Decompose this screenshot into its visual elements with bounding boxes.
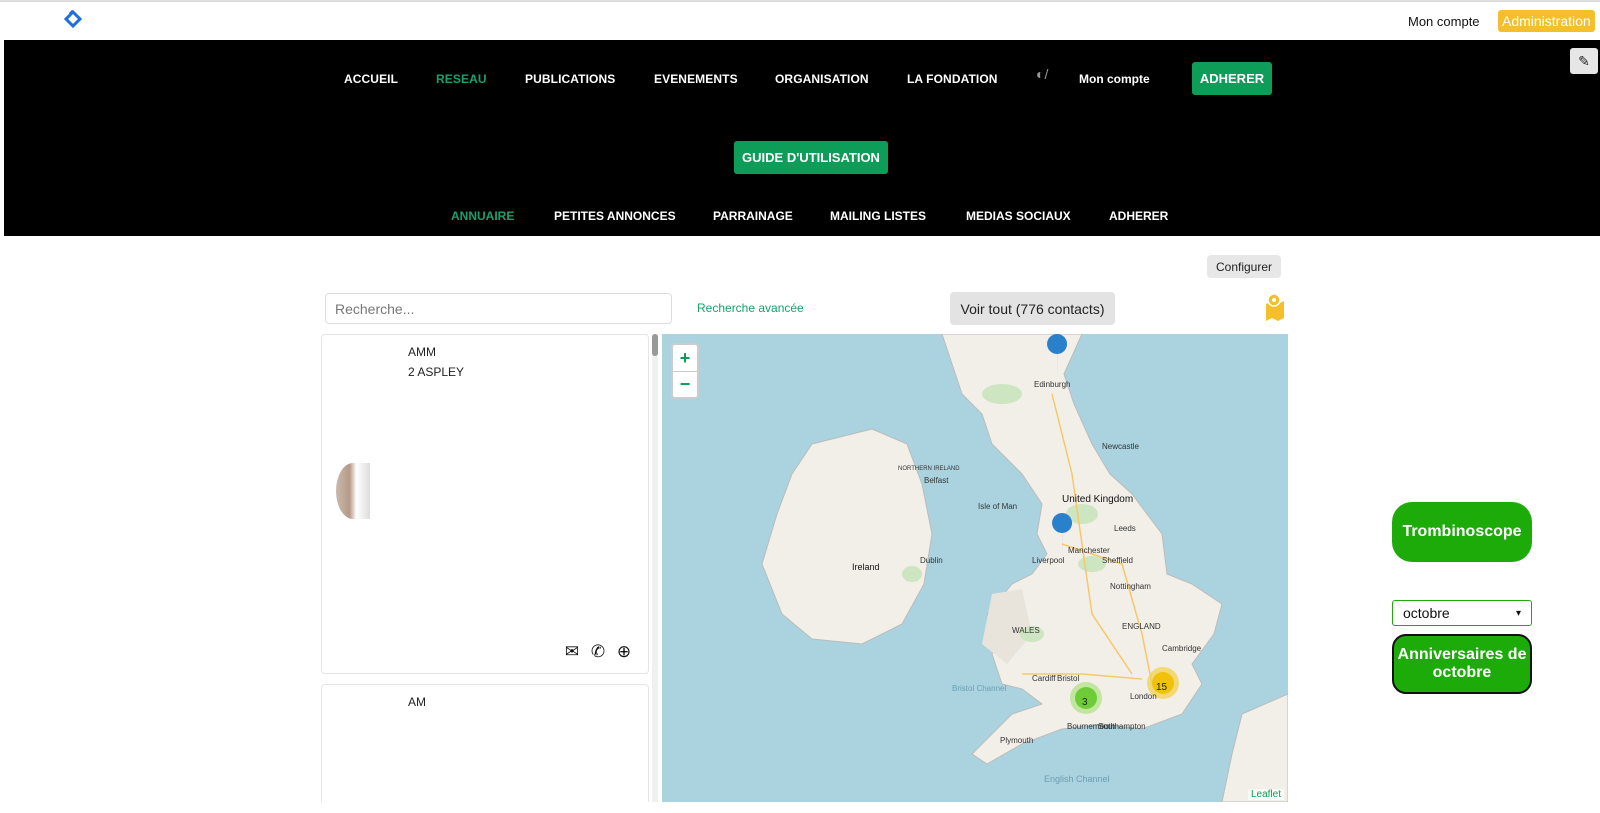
map-label: Manchester xyxy=(1068,546,1110,555)
map-label: Belfast xyxy=(924,476,949,485)
map-label: Cardiff xyxy=(1032,674,1056,683)
email-icon[interactable]: ✉ xyxy=(562,642,582,662)
map-label: Bristol Channel xyxy=(952,684,1007,693)
zoom-out-button[interactable]: − xyxy=(673,371,697,397)
map-label: Ireland xyxy=(852,562,880,572)
subnav-medias-sociaux[interactable]: MEDIAS SOCIAUX xyxy=(966,209,1071,223)
add-contact-icon[interactable]: ⊕ xyxy=(614,642,634,662)
map-label: Dublin xyxy=(920,556,943,565)
map-label: Cambridge xyxy=(1162,644,1202,653)
map-label: WALES xyxy=(1012,626,1040,635)
map-label: Leeds xyxy=(1114,524,1136,533)
contact-actions: ✉ ✆ ⊕ xyxy=(562,642,634,662)
contact-card[interactable]: AMM 2 ASPLEY ✉ ✆ ⊕ xyxy=(321,334,649,674)
cluster-count: 3 xyxy=(1082,697,1088,708)
map-label: Sheffield xyxy=(1102,556,1133,565)
avatar xyxy=(336,463,370,519)
map-view-toggle-icon[interactable] xyxy=(1262,292,1288,322)
nav-organisation[interactable]: ORGANISATION xyxy=(775,72,869,86)
map-label: NORTHERN IRELAND xyxy=(898,466,960,472)
month-select-value: octobre xyxy=(1403,605,1450,621)
guide-button[interactable]: GUIDE D'UTILISATION xyxy=(734,141,888,174)
administration-button[interactable]: Administration xyxy=(1498,10,1595,32)
nav-la-fondation[interactable]: LA FONDATION xyxy=(907,72,998,86)
contact-name: AM xyxy=(408,695,426,709)
map-attribution[interactable]: Leaflet xyxy=(1247,789,1284,800)
map-label: Edinburgh xyxy=(1034,380,1071,389)
cluster-count: 15 xyxy=(1156,682,1168,693)
logo-icon[interactable] xyxy=(62,10,84,34)
configure-button[interactable]: Configurer xyxy=(1207,255,1281,278)
main-navigation: ACCUEIL RESEAU PUBLICATIONS EVENEMENTS O… xyxy=(4,40,1600,236)
subnav-annuaire[interactable]: ANNUAIRE xyxy=(451,209,514,223)
map-label: Bristol xyxy=(1057,674,1080,683)
contact-card[interactable]: AM xyxy=(321,684,649,802)
contact-list: AMM 2 ASPLEY ✉ ✆ ⊕ AM xyxy=(321,334,656,802)
map-label: Liverpool xyxy=(1032,556,1065,565)
nav-evenements[interactable]: EVENEMENTS xyxy=(654,72,738,86)
map-label: Isle of Man xyxy=(978,502,1018,511)
map-label: Newcastle xyxy=(1102,442,1139,451)
show-all-button[interactable]: Voir tout (776 contacts) xyxy=(950,292,1115,325)
nav-publications[interactable]: PUBLICATIONS xyxy=(525,72,615,86)
trombinoscope-button[interactable]: Trombinoscope xyxy=(1392,502,1532,562)
top-account-link[interactable]: Mon compte xyxy=(1408,14,1480,29)
nav-reseau[interactable]: RESEAU xyxy=(436,72,487,86)
subnav-parrainage[interactable]: PARRAINAGE xyxy=(713,209,793,223)
map-label: Nottingham xyxy=(1110,582,1151,591)
subnav-petites-annonces[interactable]: PETITES ANNONCES xyxy=(554,209,676,223)
birthdays-button[interactable]: Anniversaires de octobre xyxy=(1392,634,1532,694)
map-land xyxy=(761,334,1288,802)
map-label: United Kingdom xyxy=(1062,494,1134,505)
nav-account-link[interactable]: Mon compte xyxy=(1079,72,1150,86)
list-scrollbar[interactable] xyxy=(652,334,658,802)
map[interactable]: 3 15 Edinburgh Newcastle United Kingdom … xyxy=(662,334,1288,802)
contact-address: 2 ASPLEY xyxy=(408,365,465,379)
map-label: London xyxy=(1130,692,1157,701)
map-label: ENGLAND xyxy=(1122,622,1161,631)
map-zoom-control: + − xyxy=(671,343,699,399)
account-avatar-icon: ◐/ xyxy=(1036,66,1049,82)
map-label: English Channel xyxy=(1044,774,1110,784)
scroll-thumb[interactable] xyxy=(652,334,658,356)
map-label: Bournemouth xyxy=(1067,722,1116,731)
subnav-mailing-listes[interactable]: MAILING LISTES xyxy=(830,209,926,223)
top-bar: Mon compte Administration xyxy=(0,0,1600,40)
nav-accueil[interactable]: ACCUEIL xyxy=(344,72,398,86)
advanced-search-link[interactable]: Recherche avancée xyxy=(697,301,804,315)
zoom-in-button[interactable]: + xyxy=(673,345,697,371)
edit-page-icon[interactable]: ✎ xyxy=(1570,48,1598,74)
phone-icon[interactable]: ✆ xyxy=(588,642,608,662)
month-select[interactable]: octobre ▾ xyxy=(1392,600,1532,626)
chevron-down-icon: ▾ xyxy=(1515,607,1521,619)
subnav-adherer[interactable]: ADHERER xyxy=(1109,209,1168,223)
search-input[interactable] xyxy=(325,293,672,324)
adherer-button[interactable]: ADHERER xyxy=(1192,62,1272,95)
map-label: Plymouth xyxy=(1000,736,1034,745)
contact-name: AMM xyxy=(408,345,436,359)
